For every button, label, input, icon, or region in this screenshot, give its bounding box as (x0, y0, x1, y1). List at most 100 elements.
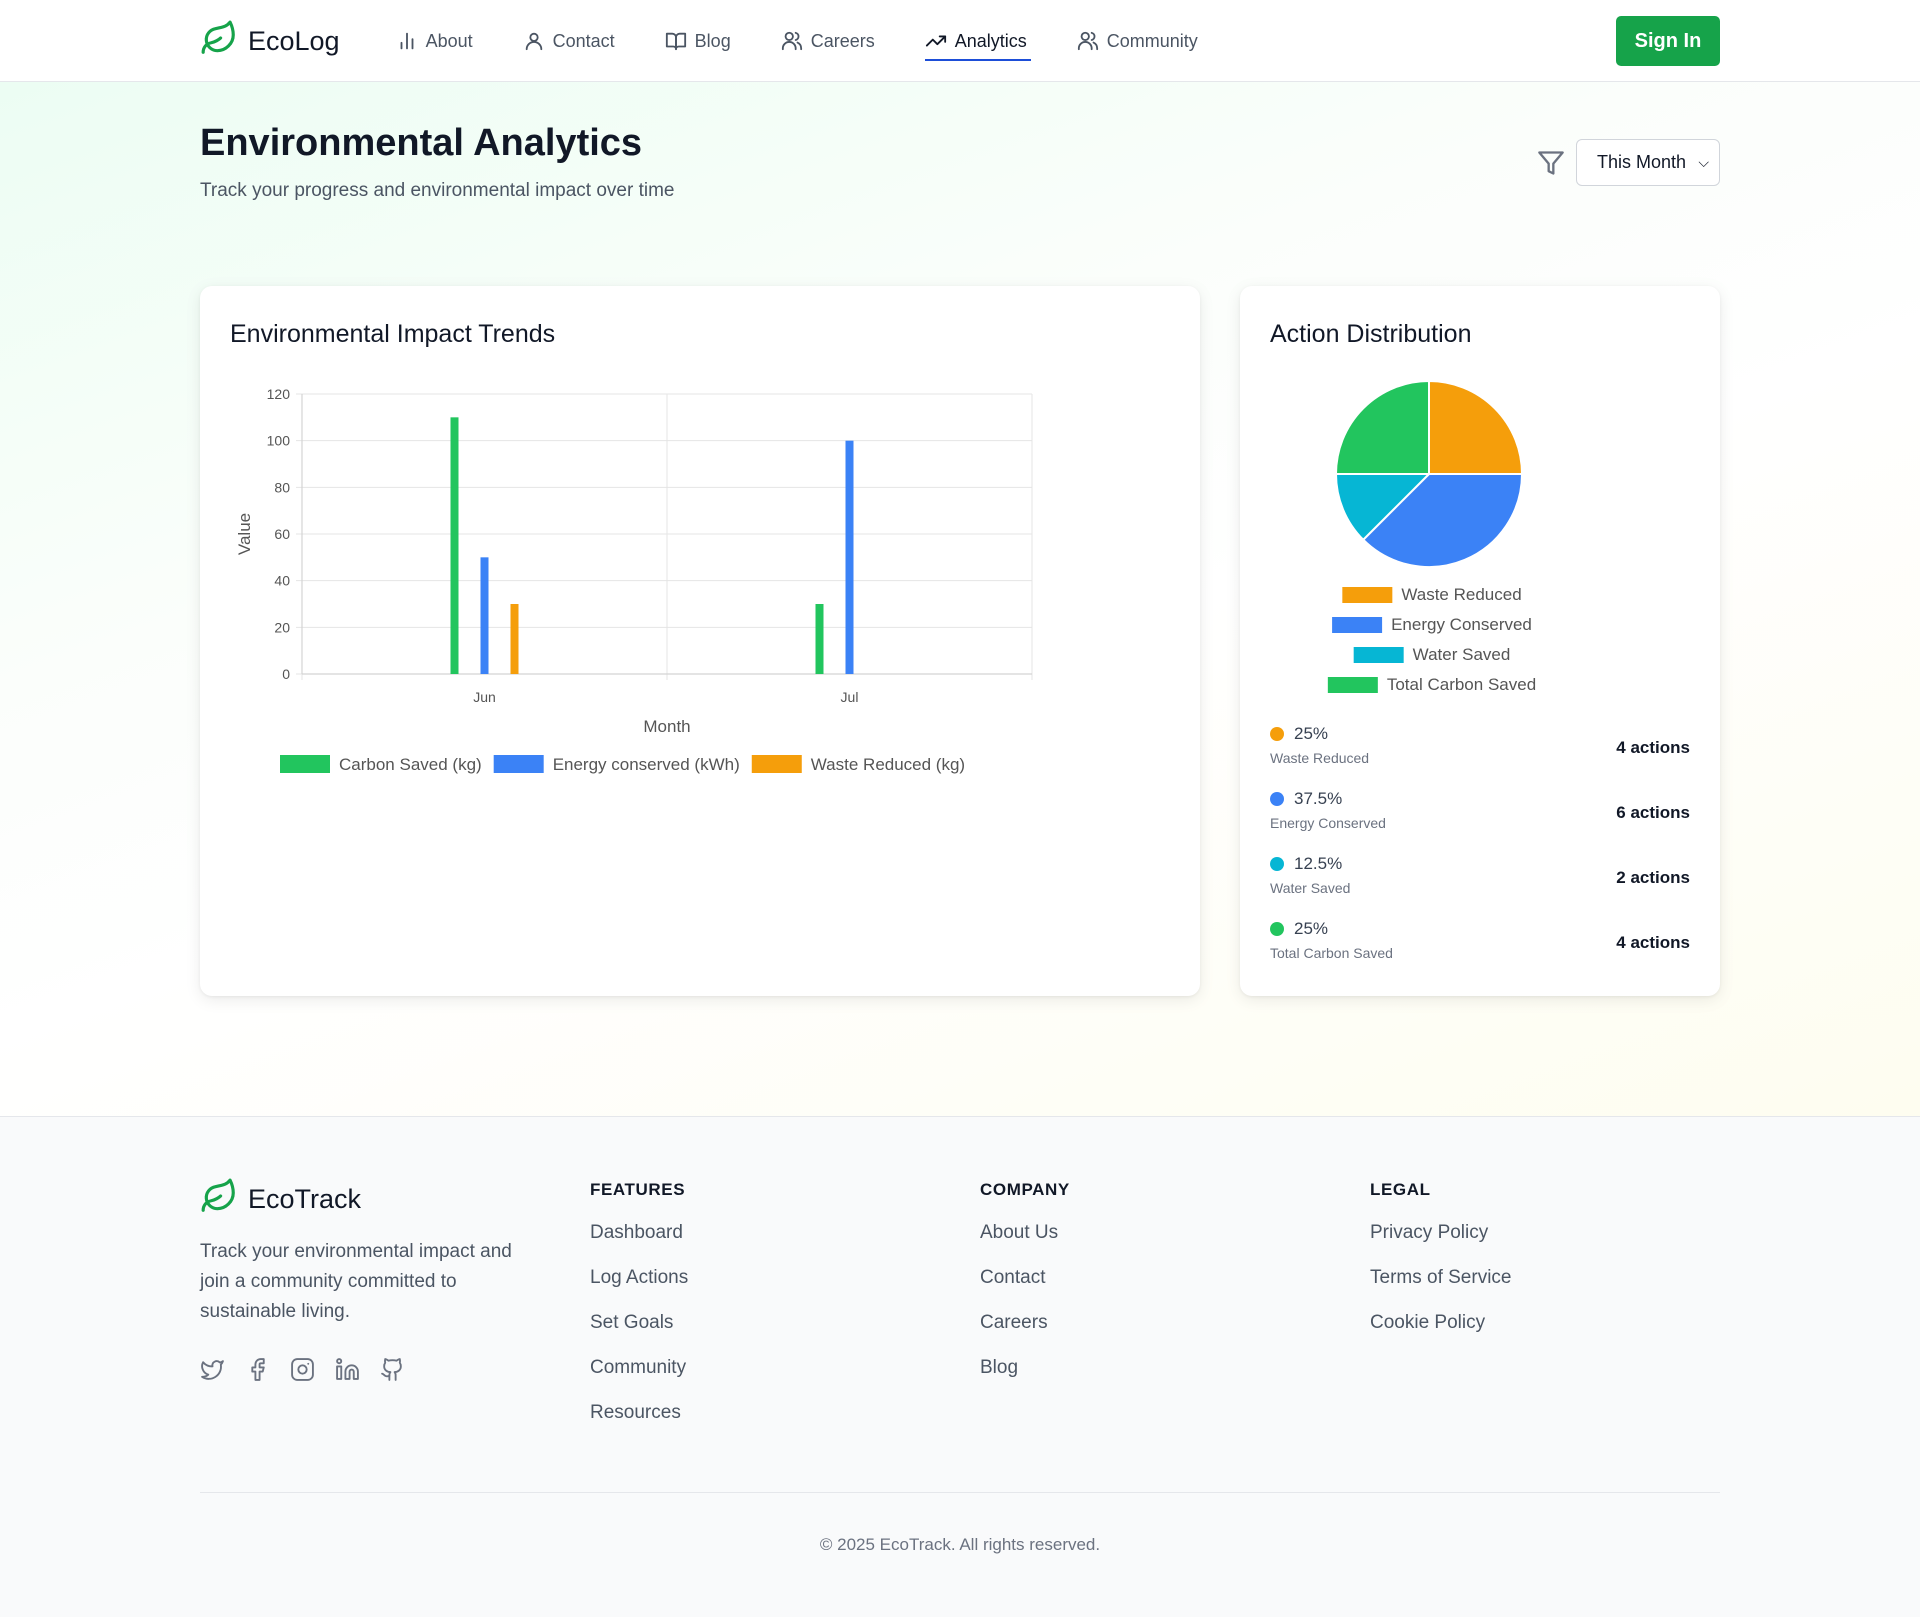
pie-legend-label: Waste Reduced (1401, 585, 1521, 604)
nav-item-label: Contact (552, 30, 615, 51)
distribution-pct: 37.5% (1294, 789, 1343, 808)
pie-legend-label: Total Carbon Saved (1387, 675, 1536, 694)
color-dot (1270, 922, 1284, 936)
footer-link-set-goals[interactable]: Set Goals (590, 1308, 688, 1353)
page-subtitle: Track your progress and environmental im… (200, 180, 675, 201)
distribution-count: 2 actions (1616, 868, 1690, 887)
bar-carbon-saved-kg (450, 417, 459, 674)
social-links (200, 1357, 405, 1382)
footer-brand-name: EcoTrack (248, 1184, 362, 1214)
brand-name: EcoLog (248, 25, 340, 56)
footer-link-contact[interactable]: Contact (980, 1263, 1070, 1308)
user-icon (525, 32, 542, 51)
footer-brand[interactable]: EcoTrack (200, 1177, 361, 1222)
legend-swatch (493, 755, 544, 773)
x-tick-label: Jun (473, 689, 496, 705)
nav-item-careers[interactable]: Careers (781, 21, 875, 61)
github-icon[interactable] (380, 1357, 405, 1382)
legend-swatch (280, 755, 330, 773)
footer-link-blog[interactable]: Blog (980, 1353, 1070, 1398)
impact-trends-bar-chart: 0 20 40 60 80 100 120 Jun Jul Month Value Carbon Sa… (235, 386, 1033, 774)
pie-legend-swatch (1342, 587, 1393, 603)
distribution-list: 25% Waste Reduced 4 actions 37.5% Energy… (1270, 724, 1690, 984)
pie-legend-item: Water Saved (1353, 645, 1511, 664)
footer-link-careers[interactable]: Careers (980, 1308, 1070, 1353)
instagram-icon[interactable] (290, 1357, 315, 1382)
facebook-icon[interactable] (245, 1357, 270, 1382)
y-axis-title: Value (235, 513, 254, 555)
distribution-item: 25% Waste Reduced 4 actions (1270, 724, 1690, 789)
y-tick-label: 40 (274, 573, 290, 589)
period-select-value: This Month (1597, 152, 1687, 172)
footer-link-terms-of-service[interactable]: Terms of Service (1370, 1263, 1511, 1308)
users-icon (781, 31, 802, 51)
nav-item-blog[interactable]: Blog (665, 21, 731, 61)
nav-item-analytics[interactable]: Analytics (924, 21, 1031, 61)
footer-link-resources[interactable]: Resources (590, 1398, 688, 1443)
brand-logo[interactable]: EcoLog (200, 19, 340, 64)
nav-item-label: Analytics (954, 30, 1027, 51)
twitter-icon[interactable] (200, 1357, 225, 1382)
nav-item-label: Community (1106, 30, 1198, 51)
y-tick-label: 0 (282, 666, 290, 682)
linkedin-icon[interactable] (335, 1357, 360, 1382)
footer-col-heading: FEATURES (590, 1180, 686, 1199)
nav-item-label: About (425, 30, 473, 51)
x-axis-title: Month (643, 717, 690, 736)
nav-links: About Contact Blog Careers Analytics Com… (396, 21, 1616, 61)
nav-item-label: Careers (810, 30, 875, 51)
bar-chart-icon (400, 32, 413, 50)
y-tick-label: 20 (274, 619, 290, 635)
nav-item-about[interactable]: About (396, 21, 473, 61)
chevron-down-icon: ⌵ (1698, 154, 1709, 170)
x-tick-label: Jul (841, 689, 859, 705)
pie-legend-item: Waste Reduced (1342, 585, 1522, 604)
nav-item-label: Blog (694, 30, 731, 51)
color-dot (1270, 857, 1284, 871)
legend-label: Energy conserved (kWh) (553, 755, 740, 774)
period-select[interactable]: This Month ⌵ (1576, 139, 1720, 186)
nav-item-community[interactable]: Community (1077, 21, 1198, 61)
y-tick-label: 120 (267, 386, 291, 402)
footer-divider (200, 1492, 1720, 1493)
pie-legend-swatch (1332, 617, 1383, 633)
pie-legend-item: Energy Conserved (1332, 615, 1532, 634)
page-title: Environmental Analytics (200, 122, 643, 164)
color-dot (1270, 727, 1284, 741)
footer-col-features: FEATURES Dashboard Log Actions Set Goals… (590, 1180, 688, 1443)
y-tick-label: 60 (274, 526, 290, 542)
pie-legend-swatch (1327, 677, 1378, 693)
leaf-icon (200, 19, 238, 64)
pie-legend-label: Water Saved (1413, 645, 1511, 664)
sign-in-button[interactable]: Sign In (1616, 16, 1720, 66)
footer-link-cookie-policy[interactable]: Cookie Policy (1370, 1308, 1511, 1353)
action-distribution-pie-chart: Waste Reduced Energy Conserved Water Saved… (1327, 379, 1536, 694)
y-tick-label: 100 (267, 433, 291, 449)
legend-label: Carbon Saved (kg) (339, 755, 482, 774)
bar-waste-reduced-kg (510, 604, 519, 674)
pie-legend-swatch (1353, 647, 1404, 663)
pie-slice-total-carbon-saved (1334, 379, 1430, 475)
pie-legend-item: Total Carbon Saved (1327, 675, 1536, 694)
distribution-pct: 25% (1294, 724, 1329, 743)
footer-col-heading: COMPANY (980, 1180, 1070, 1199)
nav-item-contact[interactable]: Contact (523, 21, 615, 61)
footer-link-about-us[interactable]: About Us (980, 1218, 1070, 1263)
footer-link-log-actions[interactable]: Log Actions (590, 1263, 688, 1308)
distribution-count: 4 actions (1616, 933, 1690, 952)
book-icon (665, 32, 686, 51)
footer-link-privacy-policy[interactable]: Privacy Policy (1370, 1218, 1511, 1263)
footer-link-community[interactable]: Community (590, 1353, 688, 1398)
filter-icon[interactable] (1537, 149, 1565, 177)
color-dot (1270, 792, 1284, 806)
impact-trends-card: Environmental Impact Trends 0 20 40 60 80 100… (200, 286, 1200, 996)
distribution-count: 6 actions (1616, 803, 1690, 822)
pie-legend-label: Energy Conserved (1391, 615, 1532, 634)
footer-col-legal: LEGAL Privacy Policy Terms of Service Co… (1370, 1180, 1511, 1353)
distribution-pct: 25% (1294, 919, 1329, 938)
copyright: © 2025 EcoTrack. All rights reserved. (819, 1535, 1101, 1554)
footer-link-dashboard[interactable]: Dashboard (590, 1218, 688, 1263)
bar-energy-conserved-kwh (845, 440, 854, 674)
leaf-icon (200, 1177, 238, 1222)
distribution-item: 25% Total Carbon Saved 4 actions (1270, 919, 1690, 984)
